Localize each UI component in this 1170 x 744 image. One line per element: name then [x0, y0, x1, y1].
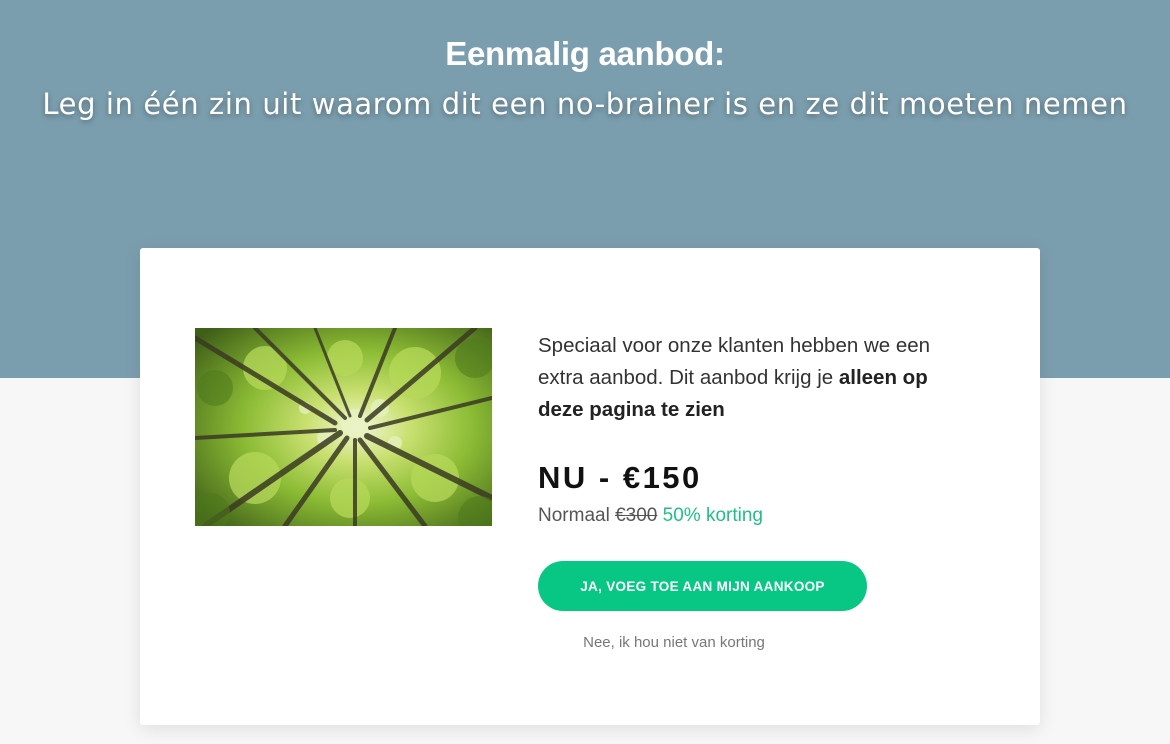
offer-description: Speciaal voor onze klanten hebben we een… [538, 330, 968, 426]
forest-canopy-image [195, 328, 492, 526]
offer-card: Speciaal voor onze klanten hebben we een… [140, 248, 1040, 725]
discount-badge: 50% korting [662, 505, 763, 526]
offer-price: NU - €150 [538, 460, 702, 495]
add-to-purchase-button[interactable]: JA, VOEG TOE AAN MIJN AANKOOP [538, 561, 867, 611]
hero-subtitle: Leg in één zin uit waarom dit een no-bra… [42, 87, 1128, 121]
normal-label: Normaal [538, 505, 610, 526]
decline-offer-link[interactable]: Nee, ik hou niet van korting [538, 632, 810, 654]
hero-title: Eenmalig aanbod: [445, 35, 725, 72]
old-price: €300 [615, 505, 658, 526]
normal-price-line: Normaal €300 50% korting [538, 503, 763, 529]
